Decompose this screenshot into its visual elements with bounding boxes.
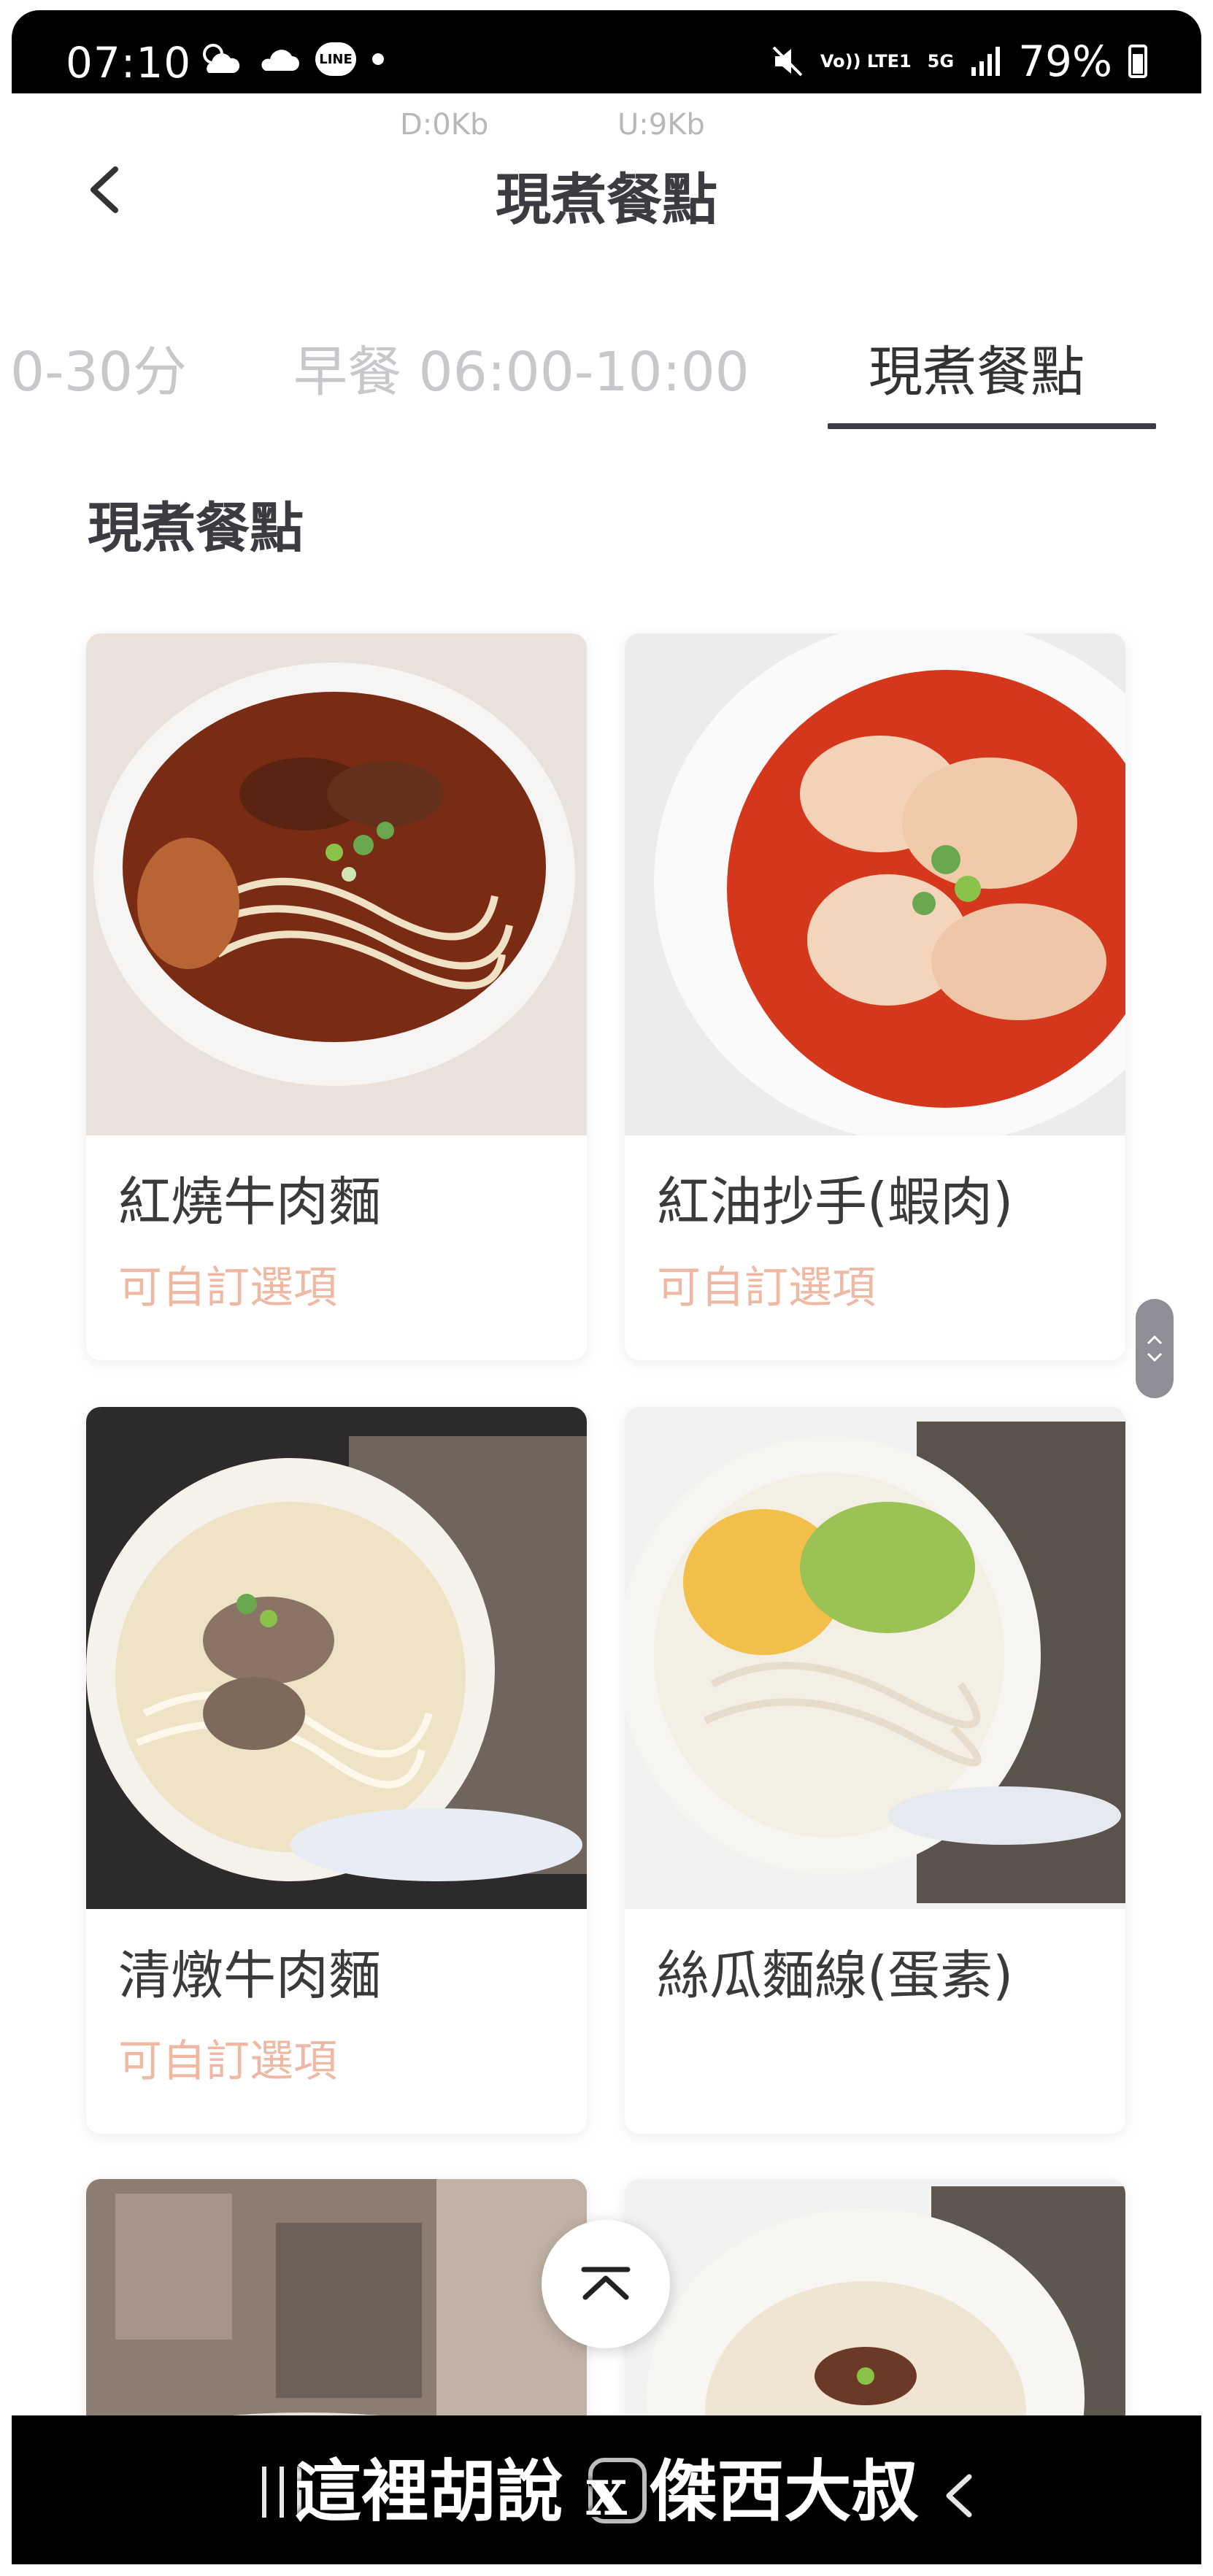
line-app-icon: LINE xyxy=(315,42,356,76)
chevron-up-icon xyxy=(1147,1335,1163,1345)
menu-item-name: 紅燒牛肉麵 xyxy=(118,1171,382,1233)
fast-scroll-handle[interactable] xyxy=(1136,1299,1174,1398)
menu-item-customizable: 可自訂選項 xyxy=(118,1262,337,1314)
menu-item-customizable: 可自訂選項 xyxy=(118,2036,337,2087)
menu-item-image xyxy=(625,633,1125,1135)
battery-icon xyxy=(1128,45,1147,78)
status-bar: 07:10 LINE Vo)) LTE1 5G 79% xyxy=(12,10,1201,93)
battery-percent: 79% xyxy=(1018,36,1112,86)
scroll-to-top-icon xyxy=(581,2267,631,2300)
menu-card-red-oil-wontons[interactable]: 紅油抄手(蝦肉) 可自訂選項 xyxy=(625,633,1125,1360)
volte-indicator: Vo)) LTE1 xyxy=(820,51,912,72)
network-type: 5G xyxy=(927,51,955,72)
tab-fresh-cooked[interactable]: 現煮餐點 xyxy=(869,328,1085,406)
scroll-to-top-button[interactable] xyxy=(542,2220,670,2348)
category-tabs: 0-30分 早餐 06:00-10:00 現煮餐點 xyxy=(0,306,1213,438)
weather-icon xyxy=(203,44,240,73)
download-speed: D:0Kb xyxy=(400,108,489,142)
tab-breakfast[interactable]: 早餐 06:00-10:00 xyxy=(293,328,750,406)
menu-item-customizable: 可自訂選項 xyxy=(657,1262,876,1314)
notification-icons: LINE xyxy=(199,41,384,77)
cloud-icon xyxy=(261,50,299,71)
mute-icon xyxy=(772,46,803,77)
section-title: 現煮餐點 xyxy=(88,497,304,560)
menu-item-name: 紅油抄手(蝦肉) xyxy=(657,1171,1014,1233)
upload-speed: U:9Kb xyxy=(617,108,705,142)
video-watermark-caption: 這裡胡說 x 傑西大叔 xyxy=(294,2452,919,2531)
menu-card-luffa-vermicelli[interactable]: 絲瓜麵線(蛋素) xyxy=(625,1407,1125,2134)
signal-icon xyxy=(971,47,1001,76)
menu-item-name: 清燉牛肉麵 xyxy=(118,1945,382,2006)
page-title: 現煮餐點 xyxy=(496,167,717,232)
menu-card-braised-beef-noodle[interactable]: 紅燒牛肉麵 可自訂選項 xyxy=(86,633,587,1360)
menu-card-clear-beef-noodle[interactable]: 清燉牛肉麵 可自訂選項 xyxy=(86,1407,587,2134)
system-indicators: Vo)) LTE1 5G 79% xyxy=(771,36,1147,86)
menu-item-image xyxy=(86,1407,587,1909)
tab-0-30[interactable]: 0-30分 xyxy=(10,328,187,406)
menu-item-image xyxy=(625,1407,1125,1909)
menu-item-image xyxy=(86,633,587,1135)
active-tab-indicator xyxy=(828,423,1156,429)
chevron-down-icon xyxy=(1147,1352,1163,1362)
status-time: 07:10 xyxy=(66,38,192,88)
menu-item-name: 絲瓜麵線(蛋素) xyxy=(657,1945,1014,2006)
more-notifications-dot xyxy=(372,53,384,65)
